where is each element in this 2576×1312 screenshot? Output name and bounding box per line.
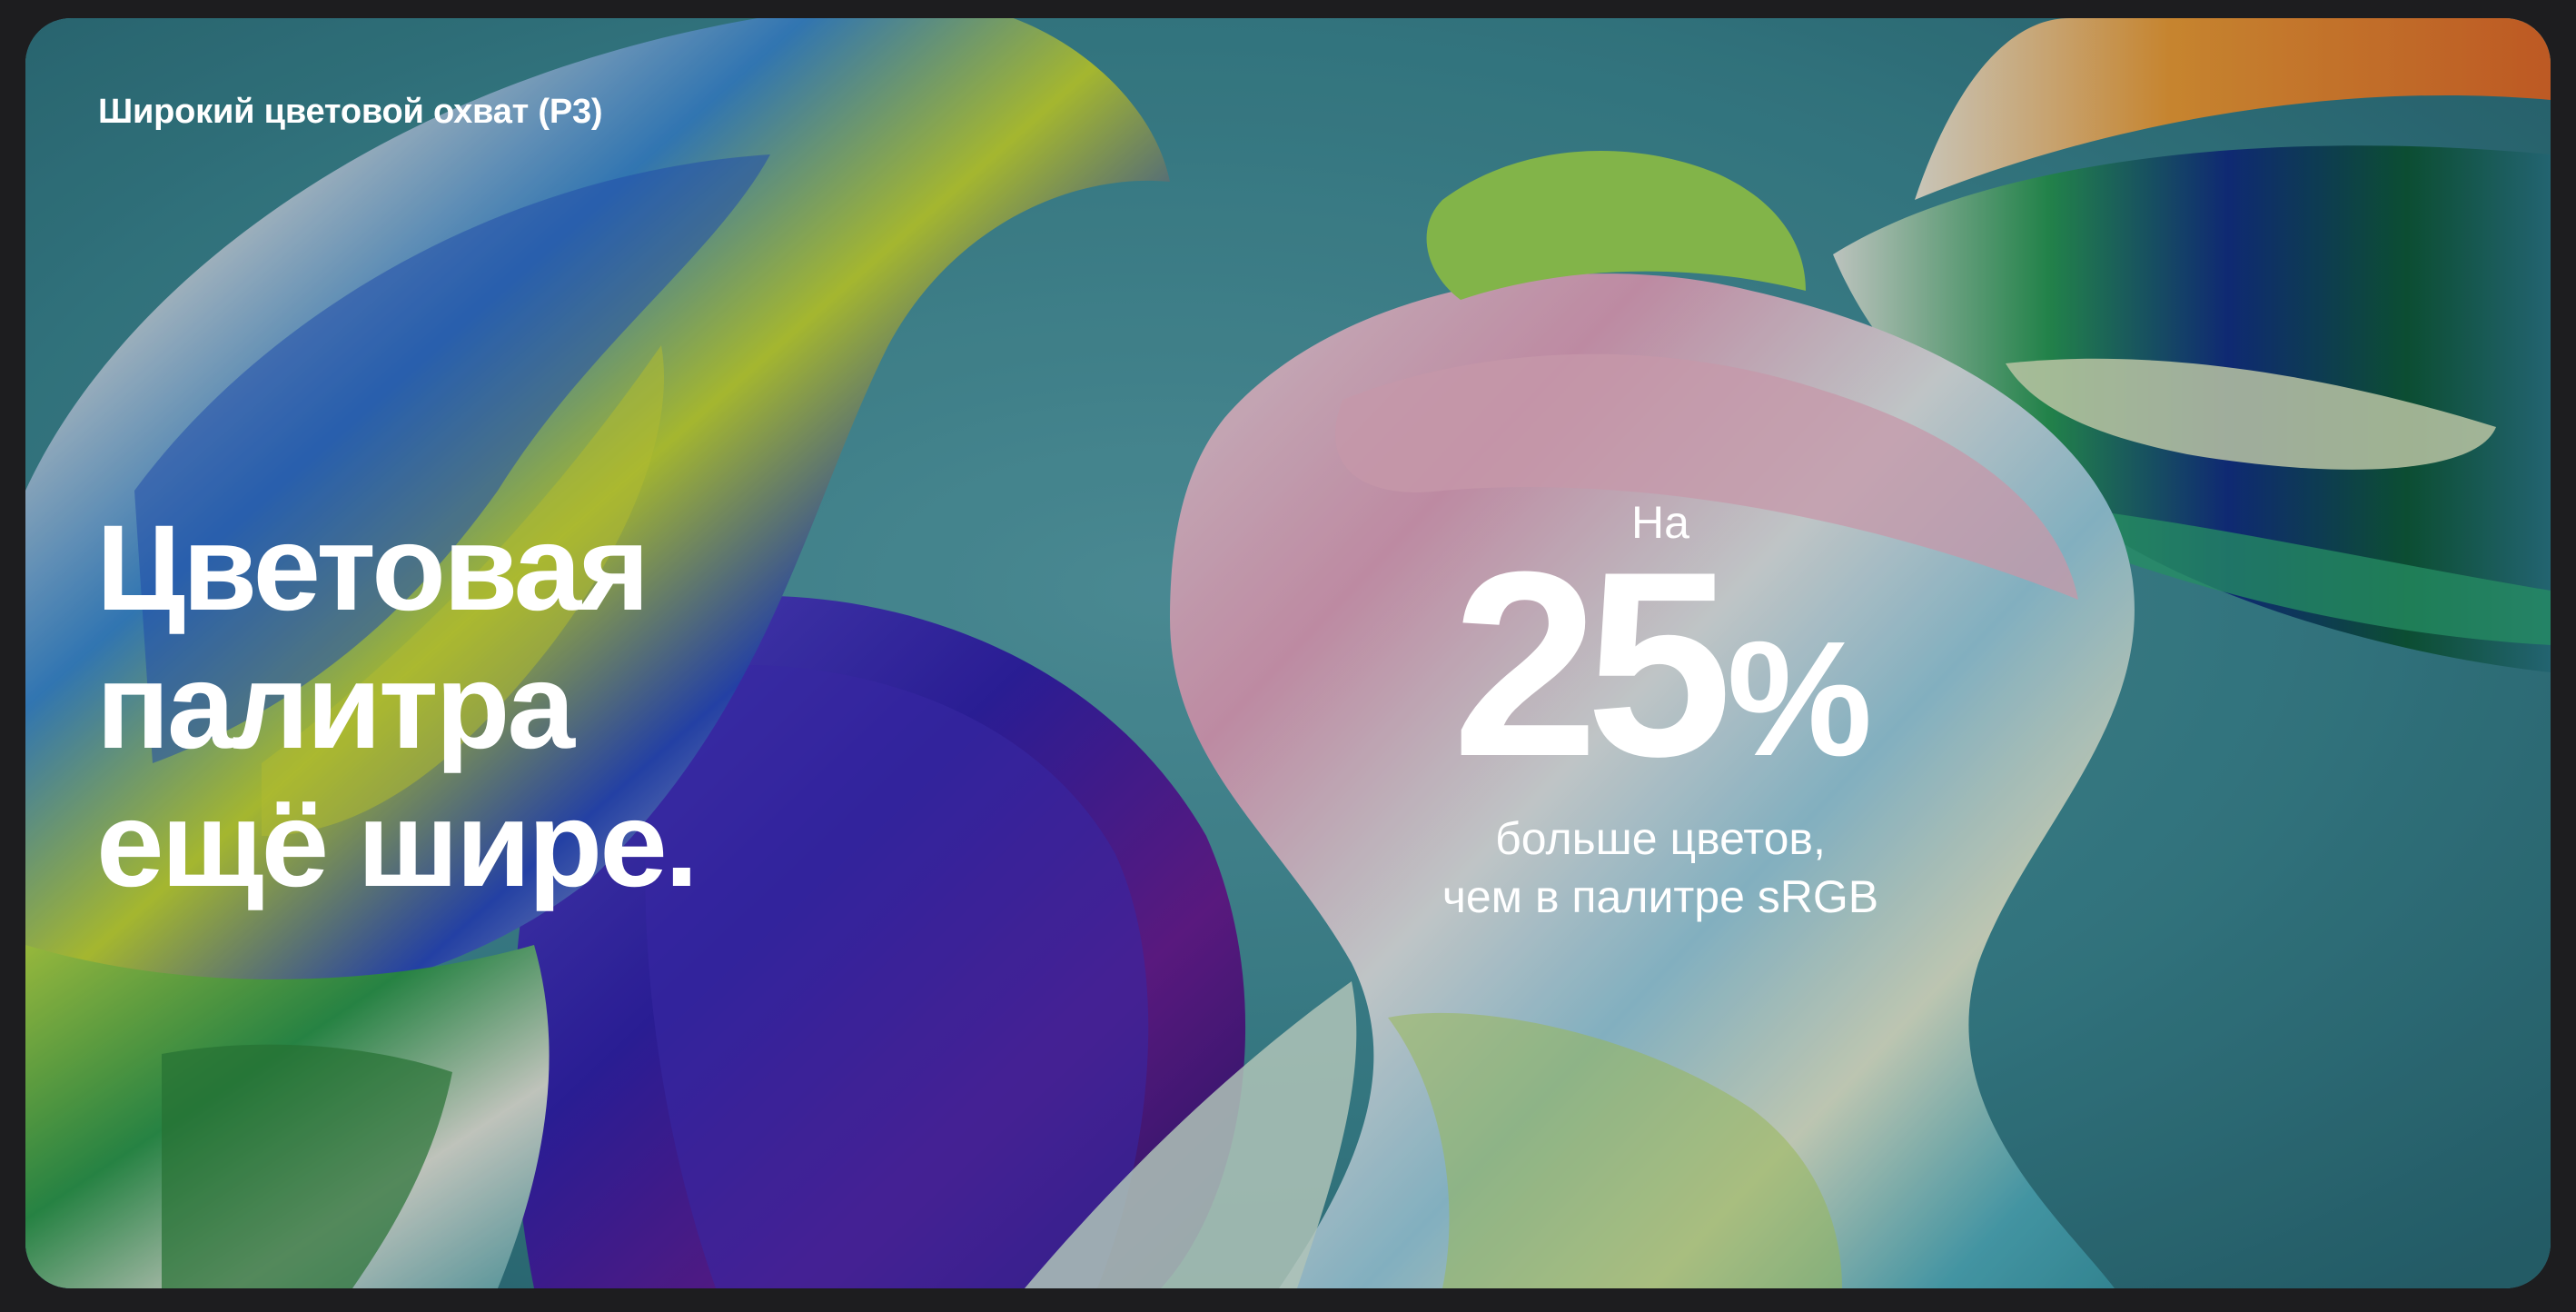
headline: Цветовая палитра ещё шире.: [96, 500, 914, 914]
stat-value: 25 %: [1333, 517, 1987, 811]
stat-number: 25: [1451, 517, 1733, 811]
stat-unit: %: [1727, 608, 1872, 790]
section-eyebrow: Широкий цветовой охват (P3): [98, 93, 603, 131]
color-gamut-tile: Широкий цветовой охват (P3) Цветовая пал…: [25, 18, 2551, 1288]
stat-caption-line-1: больше цветов,: [1495, 813, 1826, 864]
stat-caption-line-2: чем в палитре sRGB: [1442, 871, 1879, 922]
headline-line-1: Цветовая: [96, 501, 649, 636]
headline-line-3: ещё шире.: [96, 777, 698, 912]
stat-caption: больше цветов, чем в палитре sRGB: [1333, 810, 1987, 926]
headline-line-2: палитра: [96, 639, 575, 774]
gamut-stat: На 25 % больше цветов, чем в палитре sRG…: [1333, 491, 1987, 926]
